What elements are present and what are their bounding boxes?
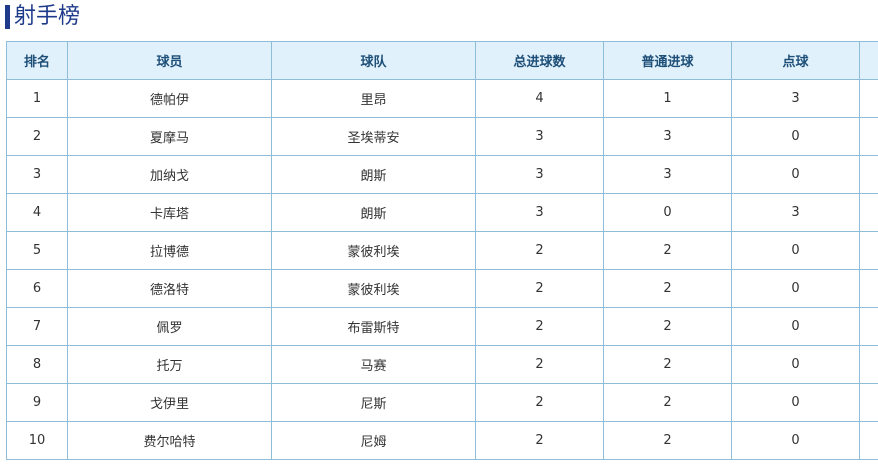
team-cell[interactable]: 蒙彼利埃 [271, 269, 476, 308]
rank-cell: 3 [6, 155, 68, 194]
player-cell[interactable]: 费尔哈特 [67, 421, 272, 460]
regular-goals-cell: 0 [603, 193, 732, 232]
extra-cell [859, 345, 878, 384]
total-goals-cell: 2 [475, 421, 604, 460]
column-header-player[interactable]: 球员 [67, 41, 272, 80]
total-goals-cell: 2 [475, 383, 604, 422]
scorers-table-container: 排名 球员 球队 总进球数 普通进球 点球 1 德帕伊 里昂 4 1 3 2 夏摩马 圣埃蒂安 3… [6, 41, 878, 465]
rank-cell: 5 [6, 231, 68, 270]
team-cell[interactable]: 圣埃蒂安 [271, 117, 476, 156]
extra-cell [859, 117, 878, 156]
total-goals-cell: 3 [475, 155, 604, 194]
regular-goals-cell: 3 [603, 117, 732, 156]
column-header-total-goals[interactable]: 总进球数 [475, 41, 604, 80]
table-row: 7 佩罗 布雷斯特 2 2 0 [6, 307, 878, 346]
rank-cell: 9 [6, 383, 68, 422]
penalties-cell: 0 [731, 155, 860, 194]
regular-goals-cell: 2 [603, 383, 732, 422]
penalties-cell: 0 [731, 231, 860, 270]
regular-goals-cell: 2 [603, 307, 732, 346]
player-cell[interactable]: 佩罗 [67, 307, 272, 346]
regular-goals-cell: 1 [603, 79, 732, 118]
table-body: 1 德帕伊 里昂 4 1 3 2 夏摩马 圣埃蒂安 3 3 0 3 加纳戈 朗斯 3 3 0 4 卡库塔 朗斯 3 0 3 5 拉… [6, 79, 878, 460]
extra-cell [859, 231, 878, 270]
rank-cell: 1 [6, 79, 68, 118]
regular-goals-cell: 2 [603, 345, 732, 384]
extra-cell [859, 269, 878, 308]
rank-cell: 8 [6, 345, 68, 384]
rank-cell: 10 [6, 421, 68, 460]
regular-goals-cell: 2 [603, 421, 732, 460]
regular-goals-cell: 2 [603, 231, 732, 270]
team-cell[interactable]: 里昂 [271, 79, 476, 118]
rank-cell: 6 [6, 269, 68, 308]
total-goals-cell: 2 [475, 345, 604, 384]
rank-cell: 7 [6, 307, 68, 346]
penalties-cell: 3 [731, 193, 860, 232]
team-cell[interactable]: 马赛 [271, 345, 476, 384]
extra-cell [859, 79, 878, 118]
player-cell[interactable]: 托万 [67, 345, 272, 384]
column-header-regular-goals[interactable]: 普通进球 [603, 41, 732, 80]
penalties-cell: 0 [731, 421, 860, 460]
column-header-team[interactable]: 球队 [271, 41, 476, 80]
total-goals-cell: 2 [475, 269, 604, 308]
rank-cell: 4 [6, 193, 68, 232]
penalties-cell: 0 [731, 345, 860, 384]
table-row: 5 拉博德 蒙彼利埃 2 2 0 [6, 231, 878, 270]
regular-goals-cell: 2 [603, 269, 732, 308]
column-header-extra [859, 41, 878, 80]
page-header: 射手榜 [0, 0, 878, 40]
player-cell[interactable]: 拉博德 [67, 231, 272, 270]
extra-cell [859, 193, 878, 232]
player-cell[interactable]: 戈伊里 [67, 383, 272, 422]
team-cell[interactable]: 尼姆 [271, 421, 476, 460]
extra-cell [859, 421, 878, 460]
title-accent-bar [5, 5, 10, 29]
player-cell[interactable]: 卡库塔 [67, 193, 272, 232]
penalties-cell: 0 [731, 117, 860, 156]
table-row: 1 德帕伊 里昂 4 1 3 [6, 79, 878, 118]
extra-cell [859, 383, 878, 422]
extra-cell [859, 155, 878, 194]
table-row: 2 夏摩马 圣埃蒂安 3 3 0 [6, 117, 878, 156]
penalties-cell: 0 [731, 269, 860, 308]
player-cell[interactable]: 加纳戈 [67, 155, 272, 194]
total-goals-cell: 2 [475, 307, 604, 346]
team-cell[interactable]: 朗斯 [271, 193, 476, 232]
penalties-cell: 0 [731, 383, 860, 422]
player-cell[interactable]: 夏摩马 [67, 117, 272, 156]
team-cell[interactable]: 布雷斯特 [271, 307, 476, 346]
page-title: 射手榜 [14, 4, 81, 29]
regular-goals-cell: 3 [603, 155, 732, 194]
column-header-penalties[interactable]: 点球 [731, 41, 860, 80]
total-goals-cell: 3 [475, 193, 604, 232]
extra-cell [859, 307, 878, 346]
penalties-cell: 0 [731, 307, 860, 346]
scorers-table: 排名 球员 球队 总进球数 普通进球 点球 1 德帕伊 里昂 4 1 3 2 夏摩马 圣埃蒂安 3… [6, 41, 878, 460]
table-row: 3 加纳戈 朗斯 3 3 0 [6, 155, 878, 194]
table-row: 4 卡库塔 朗斯 3 0 3 [6, 193, 878, 232]
table-row: 10 费尔哈特 尼姆 2 2 0 [6, 421, 878, 460]
player-cell[interactable]: 德洛特 [67, 269, 272, 308]
table-row: 9 戈伊里 尼斯 2 2 0 [6, 383, 878, 422]
team-cell[interactable]: 尼斯 [271, 383, 476, 422]
penalties-cell: 3 [731, 79, 860, 118]
player-cell[interactable]: 德帕伊 [67, 79, 272, 118]
column-header-rank[interactable]: 排名 [6, 41, 68, 80]
team-cell[interactable]: 朗斯 [271, 155, 476, 194]
table-row: 8 托万 马赛 2 2 0 [6, 345, 878, 384]
rank-cell: 2 [6, 117, 68, 156]
team-cell[interactable]: 蒙彼利埃 [271, 231, 476, 270]
table-row: 6 德洛特 蒙彼利埃 2 2 0 [6, 269, 878, 308]
total-goals-cell: 4 [475, 79, 604, 118]
total-goals-cell: 2 [475, 231, 604, 270]
total-goals-cell: 3 [475, 117, 604, 156]
table-header-row: 排名 球员 球队 总进球数 普通进球 点球 [6, 41, 878, 80]
